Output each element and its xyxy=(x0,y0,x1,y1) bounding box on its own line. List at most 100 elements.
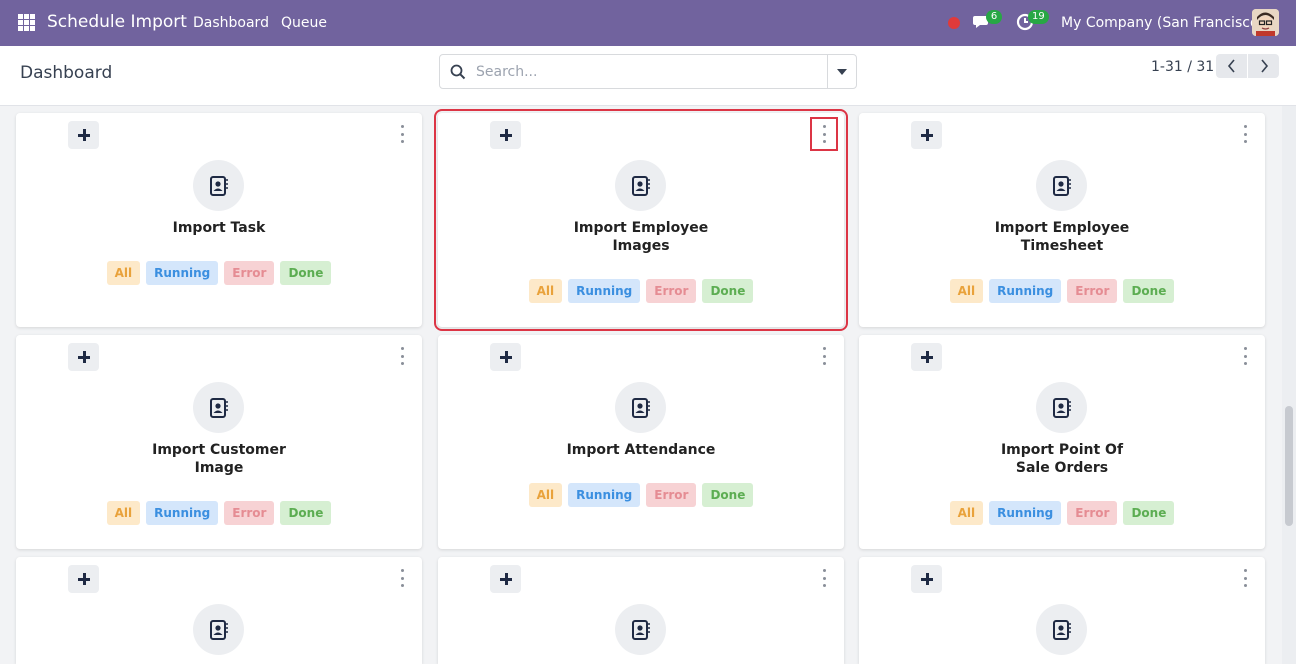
pager-previous-button[interactable] xyxy=(1216,54,1247,78)
vertical-scrollbar[interactable] xyxy=(1282,106,1296,664)
state-all-button[interactable]: All xyxy=(528,279,563,303)
address-book-icon xyxy=(193,604,244,655)
card-title[interactable]: Import Point Of Sale Orders xyxy=(982,441,1142,477)
kebab-menu-icon[interactable] xyxy=(396,569,408,587)
add-button[interactable] xyxy=(68,343,99,371)
import-card[interactable]: Import Attendance All Running Error Done xyxy=(438,335,844,549)
state-running-button[interactable]: Running xyxy=(146,501,219,525)
state-done-button[interactable]: Done xyxy=(280,501,332,525)
chevron-right-icon xyxy=(1260,59,1268,73)
state-all-button[interactable]: All xyxy=(528,483,563,507)
state-running-button[interactable]: Running xyxy=(989,501,1062,525)
recording-indicator-icon[interactable] xyxy=(948,17,960,29)
search-options-toggle[interactable] xyxy=(827,55,856,88)
import-card[interactable] xyxy=(16,557,422,664)
add-button[interactable] xyxy=(911,565,942,593)
state-done-button[interactable]: Done xyxy=(702,483,754,507)
state-buttons: All Running Error Done xyxy=(438,279,844,303)
state-running-button[interactable]: Running xyxy=(989,279,1062,303)
address-book-icon xyxy=(615,160,666,211)
import-card[interactable]: Import Point Of Sale Orders All Running … xyxy=(859,335,1265,549)
state-running-button[interactable]: Running xyxy=(568,483,641,507)
kebab-menu-icon[interactable] xyxy=(818,347,830,365)
import-card[interactable]: Import Employee Timesheet All Running Er… xyxy=(859,113,1265,327)
app-title[interactable]: Schedule Import xyxy=(47,12,187,32)
state-done-button[interactable]: Done xyxy=(1123,279,1175,303)
caret-down-icon xyxy=(837,68,847,75)
search-input[interactable] xyxy=(476,55,824,88)
card-title[interactable]: Import Employee Images xyxy=(561,219,721,255)
scrollbar-thumb[interactable] xyxy=(1285,406,1293,526)
state-done-button[interactable]: Done xyxy=(280,261,332,285)
kebab-menu-icon[interactable] xyxy=(396,347,408,365)
state-running-button[interactable]: Running xyxy=(146,261,219,285)
page-title: Dashboard xyxy=(20,63,113,83)
plus-icon xyxy=(77,351,90,363)
plus-icon xyxy=(77,129,90,141)
add-button[interactable] xyxy=(911,343,942,371)
state-error-button[interactable]: Error xyxy=(224,261,275,285)
address-book-icon xyxy=(1036,160,1087,211)
plus-icon xyxy=(920,573,933,585)
state-error-button[interactable]: Error xyxy=(646,279,697,303)
state-error-button[interactable]: Error xyxy=(1067,279,1118,303)
kebab-menu-icon[interactable] xyxy=(396,125,408,143)
import-card[interactable]: Import Customer Image All Running Error … xyxy=(16,335,422,549)
add-button[interactable] xyxy=(68,121,99,149)
avatar-icon xyxy=(1252,9,1279,36)
state-error-button[interactable]: Error xyxy=(646,483,697,507)
card-title[interactable]: Import Employee Timesheet xyxy=(982,219,1142,255)
user-avatar[interactable] xyxy=(1252,9,1279,36)
state-done-button[interactable]: Done xyxy=(702,279,754,303)
state-all-button[interactable]: All xyxy=(949,501,984,525)
state-running-button[interactable]: Running xyxy=(568,279,641,303)
menu-queue[interactable]: Queue xyxy=(281,15,327,31)
card-title[interactable]: Import Task xyxy=(119,219,319,237)
state-all-button[interactable]: All xyxy=(949,279,984,303)
search-box[interactable] xyxy=(439,54,857,89)
import-card[interactable]: Import Task All Running Error Done xyxy=(16,113,422,327)
menu-dashboard[interactable]: Dashboard xyxy=(193,15,269,31)
plus-icon xyxy=(77,573,90,585)
top-navbar: Schedule Import Dashboard Queue 6 19 My … xyxy=(0,0,1296,46)
plus-icon xyxy=(920,351,933,363)
address-book-icon xyxy=(193,382,244,433)
state-buttons: All Running Error Done xyxy=(16,501,422,525)
messages-count-badge: 6 xyxy=(986,10,1002,24)
chevron-left-icon xyxy=(1227,59,1235,73)
import-card[interactable] xyxy=(859,557,1265,664)
add-button[interactable] xyxy=(490,565,521,593)
kebab-menu-icon[interactable] xyxy=(1239,125,1251,143)
import-card-selected[interactable]: Import Employee Images All Running Error… xyxy=(434,109,848,331)
address-book-icon xyxy=(615,604,666,655)
control-panel: Dashboard 1-31 / 31 xyxy=(0,46,1296,106)
import-card[interactable] xyxy=(438,557,844,664)
state-error-button[interactable]: Error xyxy=(1067,501,1118,525)
kebab-menu-icon[interactable] xyxy=(810,117,838,151)
plus-icon xyxy=(499,351,512,363)
add-button[interactable] xyxy=(490,121,521,149)
kebab-menu-icon[interactable] xyxy=(818,569,830,587)
plus-icon xyxy=(499,129,512,141)
pager-next-button[interactable] xyxy=(1248,54,1279,78)
address-book-icon xyxy=(1036,382,1087,433)
pager-value[interactable]: 1-31 / 31 xyxy=(1151,59,1214,75)
add-button[interactable] xyxy=(911,121,942,149)
kebab-menu-icon[interactable] xyxy=(1239,347,1251,365)
state-error-button[interactable]: Error xyxy=(224,501,275,525)
add-button[interactable] xyxy=(490,343,521,371)
card-title[interactable]: Import Customer Image xyxy=(139,441,299,477)
state-buttons: All Running Error Done xyxy=(859,501,1265,525)
card-title[interactable]: Import Attendance xyxy=(541,441,741,459)
address-book-icon xyxy=(193,160,244,211)
plus-icon xyxy=(499,573,512,585)
activities-count-badge: 19 xyxy=(1028,10,1049,24)
company-switcher[interactable]: My Company (San Francisco) xyxy=(1061,15,1264,31)
state-all-button[interactable]: All xyxy=(106,501,141,525)
kebab-menu-icon[interactable] xyxy=(1239,569,1251,587)
state-done-button[interactable]: Done xyxy=(1123,501,1175,525)
apps-grid-icon[interactable] xyxy=(18,14,35,31)
state-buttons: All Running Error Done xyxy=(438,483,844,507)
add-button[interactable] xyxy=(68,565,99,593)
state-all-button[interactable]: All xyxy=(106,261,141,285)
